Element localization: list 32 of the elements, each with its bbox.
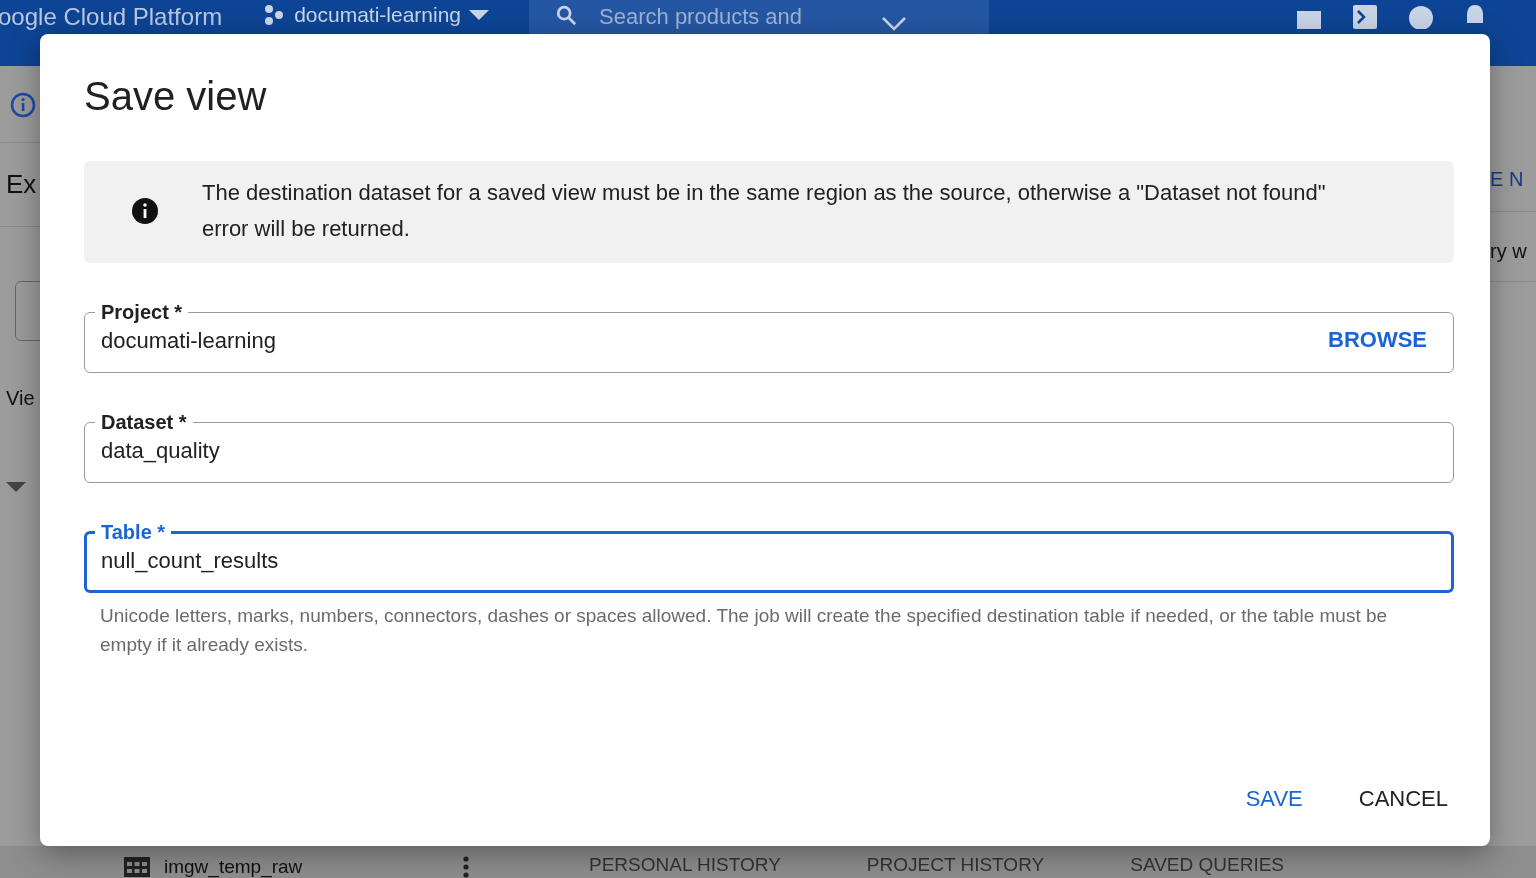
caret-icon[interactable] xyxy=(6,482,26,492)
history-tab[interactable]: PERSONAL HISTORY xyxy=(589,854,781,878)
terminal-icon[interactable] xyxy=(1352,5,1378,29)
panel-heading: Ex xyxy=(6,168,38,201)
field-value: documati-learning xyxy=(101,327,277,355)
caret-icon xyxy=(469,10,490,20)
project-selector[interactable]: documati-learning xyxy=(262,3,490,27)
panel-label: Vie xyxy=(6,387,36,410)
info-icon[interactable] xyxy=(10,92,36,118)
field-value: null_count_results xyxy=(101,547,280,575)
chevron-down-icon[interactable] xyxy=(881,16,908,32)
cancel-button[interactable]: CANCEL xyxy=(1358,782,1448,816)
browse-button[interactable]: BROWSE xyxy=(1328,327,1427,353)
info-message: The destination dataset for a saved view must be in the same region as the source, otherwise a "Dataset not found" error will be returned. xyxy=(202,179,1327,243)
helper-text: Unicode letters, marks, numbers, connectors, dashes or spaces allowed. The job will create the specified destination table if needed, or the table must be empty if it already exists. xyxy=(100,604,1389,657)
table-name[interactable]: imgw_temp_raw xyxy=(164,856,303,878)
more-icon[interactable] xyxy=(463,856,469,878)
field-label: Project * xyxy=(100,301,184,324)
text-field[interactable]: Table * null_count_results xyxy=(84,521,1454,593)
panel-text: ry w xyxy=(1490,239,1528,264)
save-button[interactable]: SAVE xyxy=(1245,782,1303,816)
action-link[interactable]: E N xyxy=(1490,66,1536,211)
info-icon xyxy=(132,198,158,224)
history-tab[interactable]: PROJECT HISTORY xyxy=(866,854,1045,878)
search-icon xyxy=(555,4,578,26)
search-placeholder: Search products and xyxy=(599,4,804,30)
text-field[interactable]: Project * documati-learning BROWSE xyxy=(84,301,1454,373)
field-label: Dataset * xyxy=(100,411,188,434)
field-label: Table * xyxy=(100,521,167,544)
dialog-title: Save view xyxy=(84,74,268,119)
field-value: data_quality xyxy=(101,437,221,465)
history-tab[interactable]: SAVED QUERIES xyxy=(1130,854,1284,878)
